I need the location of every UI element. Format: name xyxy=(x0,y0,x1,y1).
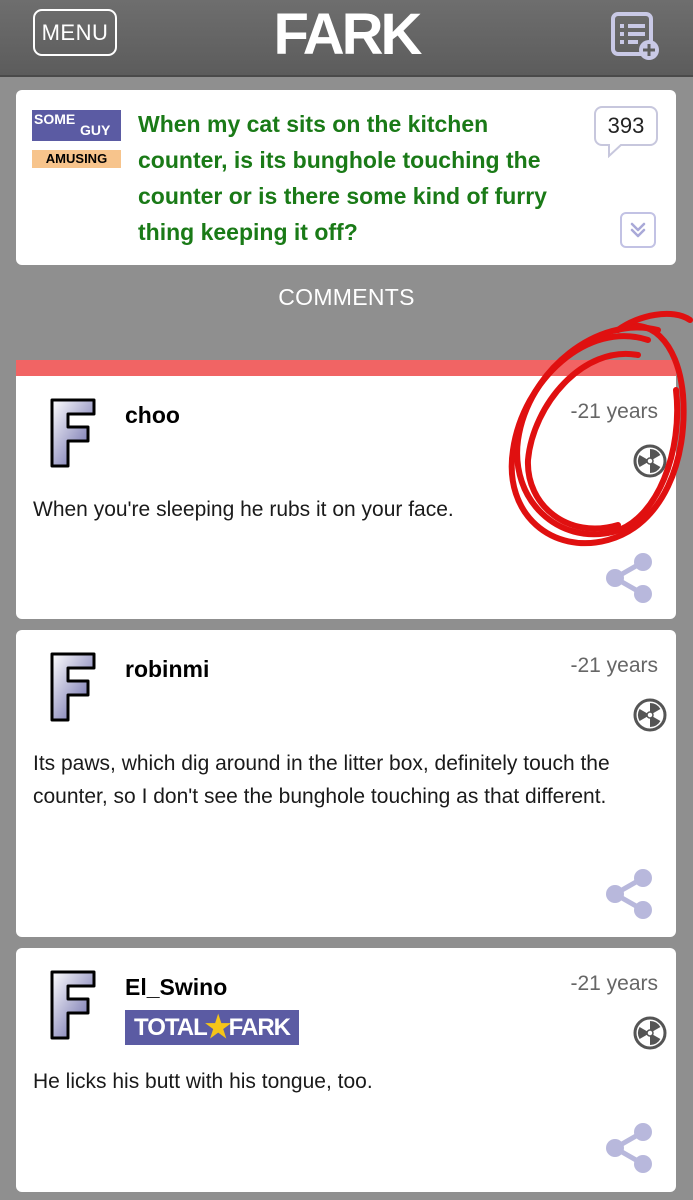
comment-body: He licks his butt with his tongue, too. xyxy=(33,1070,373,1093)
avatar-f-icon[interactable] xyxy=(46,650,100,724)
source-badge[interactable]: SOME GUY xyxy=(32,110,121,141)
headline-card[interactable]: SOME GUY AMUSING When my cat sits on the… xyxy=(16,90,676,265)
share-icon[interactable] xyxy=(603,868,655,920)
star-icon: ★ xyxy=(204,1011,232,1044)
comment-card: robinmi -21 years Its paws, which dig ar… xyxy=(16,630,676,937)
speech-bubble-tail-icon xyxy=(608,144,623,158)
double-chevron-down-icon xyxy=(630,222,646,238)
comment-username[interactable]: choo xyxy=(125,402,180,429)
comment-body: Its paws, which dig around in the litter… xyxy=(33,752,610,808)
fark-logo[interactable]: FARK xyxy=(0,4,693,66)
comment-username[interactable]: El_Swino xyxy=(125,974,227,1001)
headline-title[interactable]: When my cat sits on the kitchen counter,… xyxy=(138,106,578,250)
avatar-f-icon[interactable] xyxy=(46,968,100,1042)
red-circle-annotation xyxy=(508,311,693,547)
comment-timestamp[interactable]: -21 years xyxy=(570,972,658,996)
totalfark-badge-right: FARK xyxy=(228,1013,291,1041)
source-label-bottom: GUY xyxy=(80,122,111,138)
comment-count-bubble[interactable]: 393 xyxy=(594,106,658,146)
expand-button[interactable] xyxy=(620,212,656,248)
radiation-icon[interactable] xyxy=(633,698,667,732)
source-label-top: SOME xyxy=(34,111,76,127)
totalfark-badge-left: TOTAL xyxy=(133,1013,208,1041)
tag-badge[interactable]: AMUSING xyxy=(32,150,121,168)
share-icon[interactable] xyxy=(603,1122,655,1174)
add-to-list-icon[interactable] xyxy=(610,11,660,61)
top-bar: MENU FARK xyxy=(0,0,693,77)
comment-card: El_Swino TOTAL ★ FARK -21 years He licks… xyxy=(16,948,676,1192)
comment-timestamp[interactable]: -21 years xyxy=(570,654,658,678)
avatar-f-icon[interactable] xyxy=(46,396,100,470)
radiation-icon[interactable] xyxy=(633,1016,667,1050)
totalfark-badge[interactable]: TOTAL ★ FARK xyxy=(125,1010,299,1045)
comment-username[interactable]: robinmi xyxy=(125,656,209,683)
